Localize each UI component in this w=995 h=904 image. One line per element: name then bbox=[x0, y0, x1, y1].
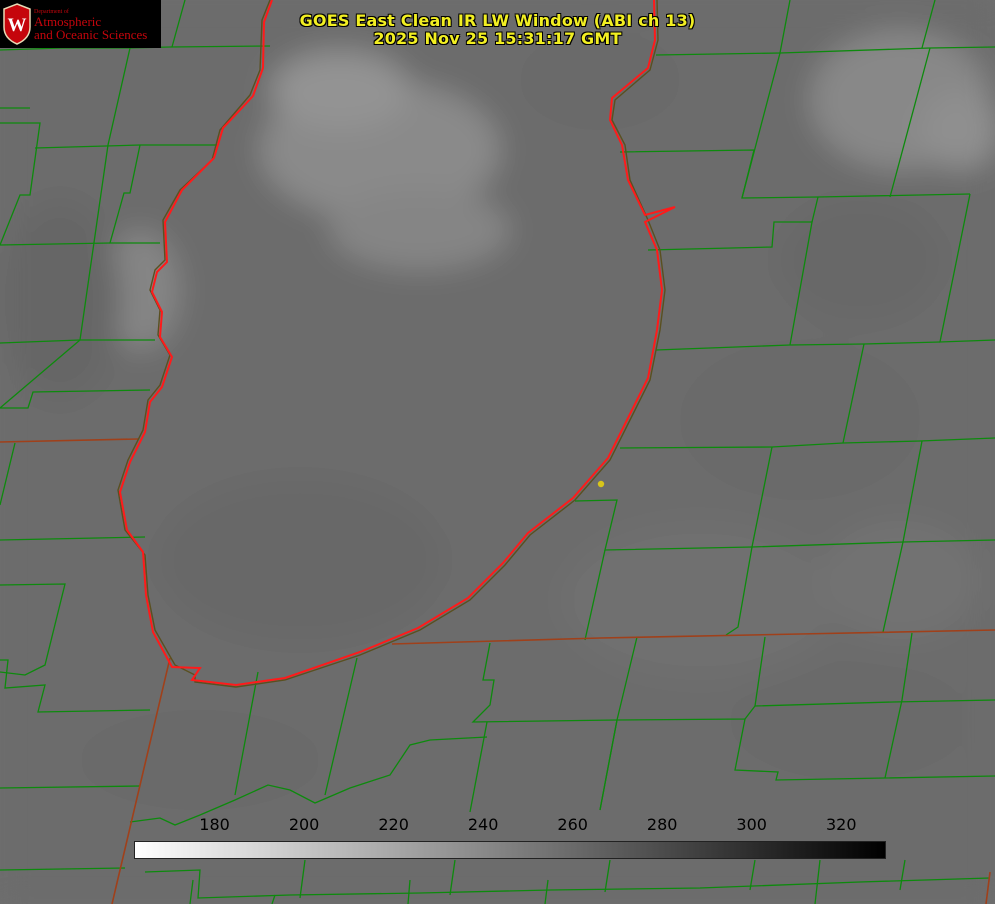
colorbar-tick-260: 260 bbox=[557, 815, 588, 834]
colorbar-tick-300: 300 bbox=[736, 815, 767, 834]
satellite-map bbox=[0, 0, 995, 904]
colorbar-tick-320: 320 bbox=[825, 815, 857, 834]
cloud-texture bbox=[0, 0, 995, 904]
colorbar-tick-240: 240 bbox=[467, 815, 499, 834]
colorbar-tick-200: 200 bbox=[288, 815, 320, 834]
satellite-image-viewer: W Department of Atmospheric and Oceanic … bbox=[0, 0, 995, 904]
colorbar-tick-280: 280 bbox=[646, 815, 678, 834]
colorbar-tick-180: 180 bbox=[199, 815, 230, 834]
image-title: GOES East Clean IR LW Window (ABI ch 13) bbox=[299, 11, 696, 30]
site-marker bbox=[597, 480, 605, 488]
image-timestamp: 2025 Nov 25 15:31:17 GMT bbox=[373, 29, 622, 48]
temperature-colorbar bbox=[134, 841, 886, 859]
colorbar-tick-220: 220 bbox=[378, 815, 409, 834]
